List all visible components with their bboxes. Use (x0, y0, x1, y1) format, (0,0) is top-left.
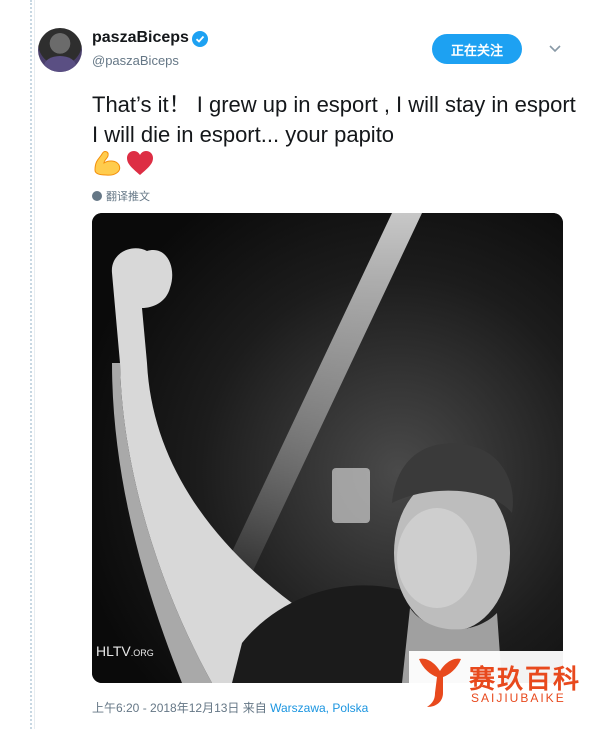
verified-badge-icon (192, 31, 208, 47)
emoji-row (92, 148, 162, 178)
location-link[interactable]: Warszawa, Polska (270, 701, 368, 715)
watermark-suffix: .ORG (130, 648, 154, 658)
tweet-footer: 上午6:20 - 2018年12月13日 来自 Warszawa, Polska (92, 699, 368, 716)
translate-label: 翻译推文 (106, 191, 150, 203)
whale-tail-logo-icon (419, 658, 461, 707)
tweet-photo[interactable]: HLTV.ORG (92, 213, 563, 683)
user-handle[interactable]: @paszaBiceps (92, 53, 179, 68)
red-heart-icon (127, 151, 153, 175)
chevron-down-icon[interactable] (548, 42, 562, 56)
thread-line (30, 0, 32, 729)
brand-subtitle: SAIJIUBAIKE (471, 691, 566, 705)
flexed-biceps-icon (94, 151, 121, 176)
timestamp[interactable]: 上午6:20 - 2018年12月13日 来自 (92, 701, 267, 715)
watermark-main: HLTV (96, 643, 131, 659)
globe-icon (92, 191, 102, 201)
display-name[interactable]: paszaBiceps (92, 29, 189, 47)
avatar-figure (44, 56, 76, 72)
brand-watermark: 赛玖百科 SAIJIUBAIKE (409, 651, 591, 715)
hltv-watermark: HLTV.ORG (96, 643, 154, 659)
left-rail (0, 0, 35, 729)
follow-button[interactable]: 正在关注 (432, 34, 522, 64)
photo-illustration (92, 213, 563, 683)
avatar[interactable] (38, 28, 82, 72)
tweet-text: That’s it！ I grew up in esport , I will … (92, 92, 576, 147)
translate-tweet-link[interactable]: 翻译推文 (92, 188, 150, 204)
